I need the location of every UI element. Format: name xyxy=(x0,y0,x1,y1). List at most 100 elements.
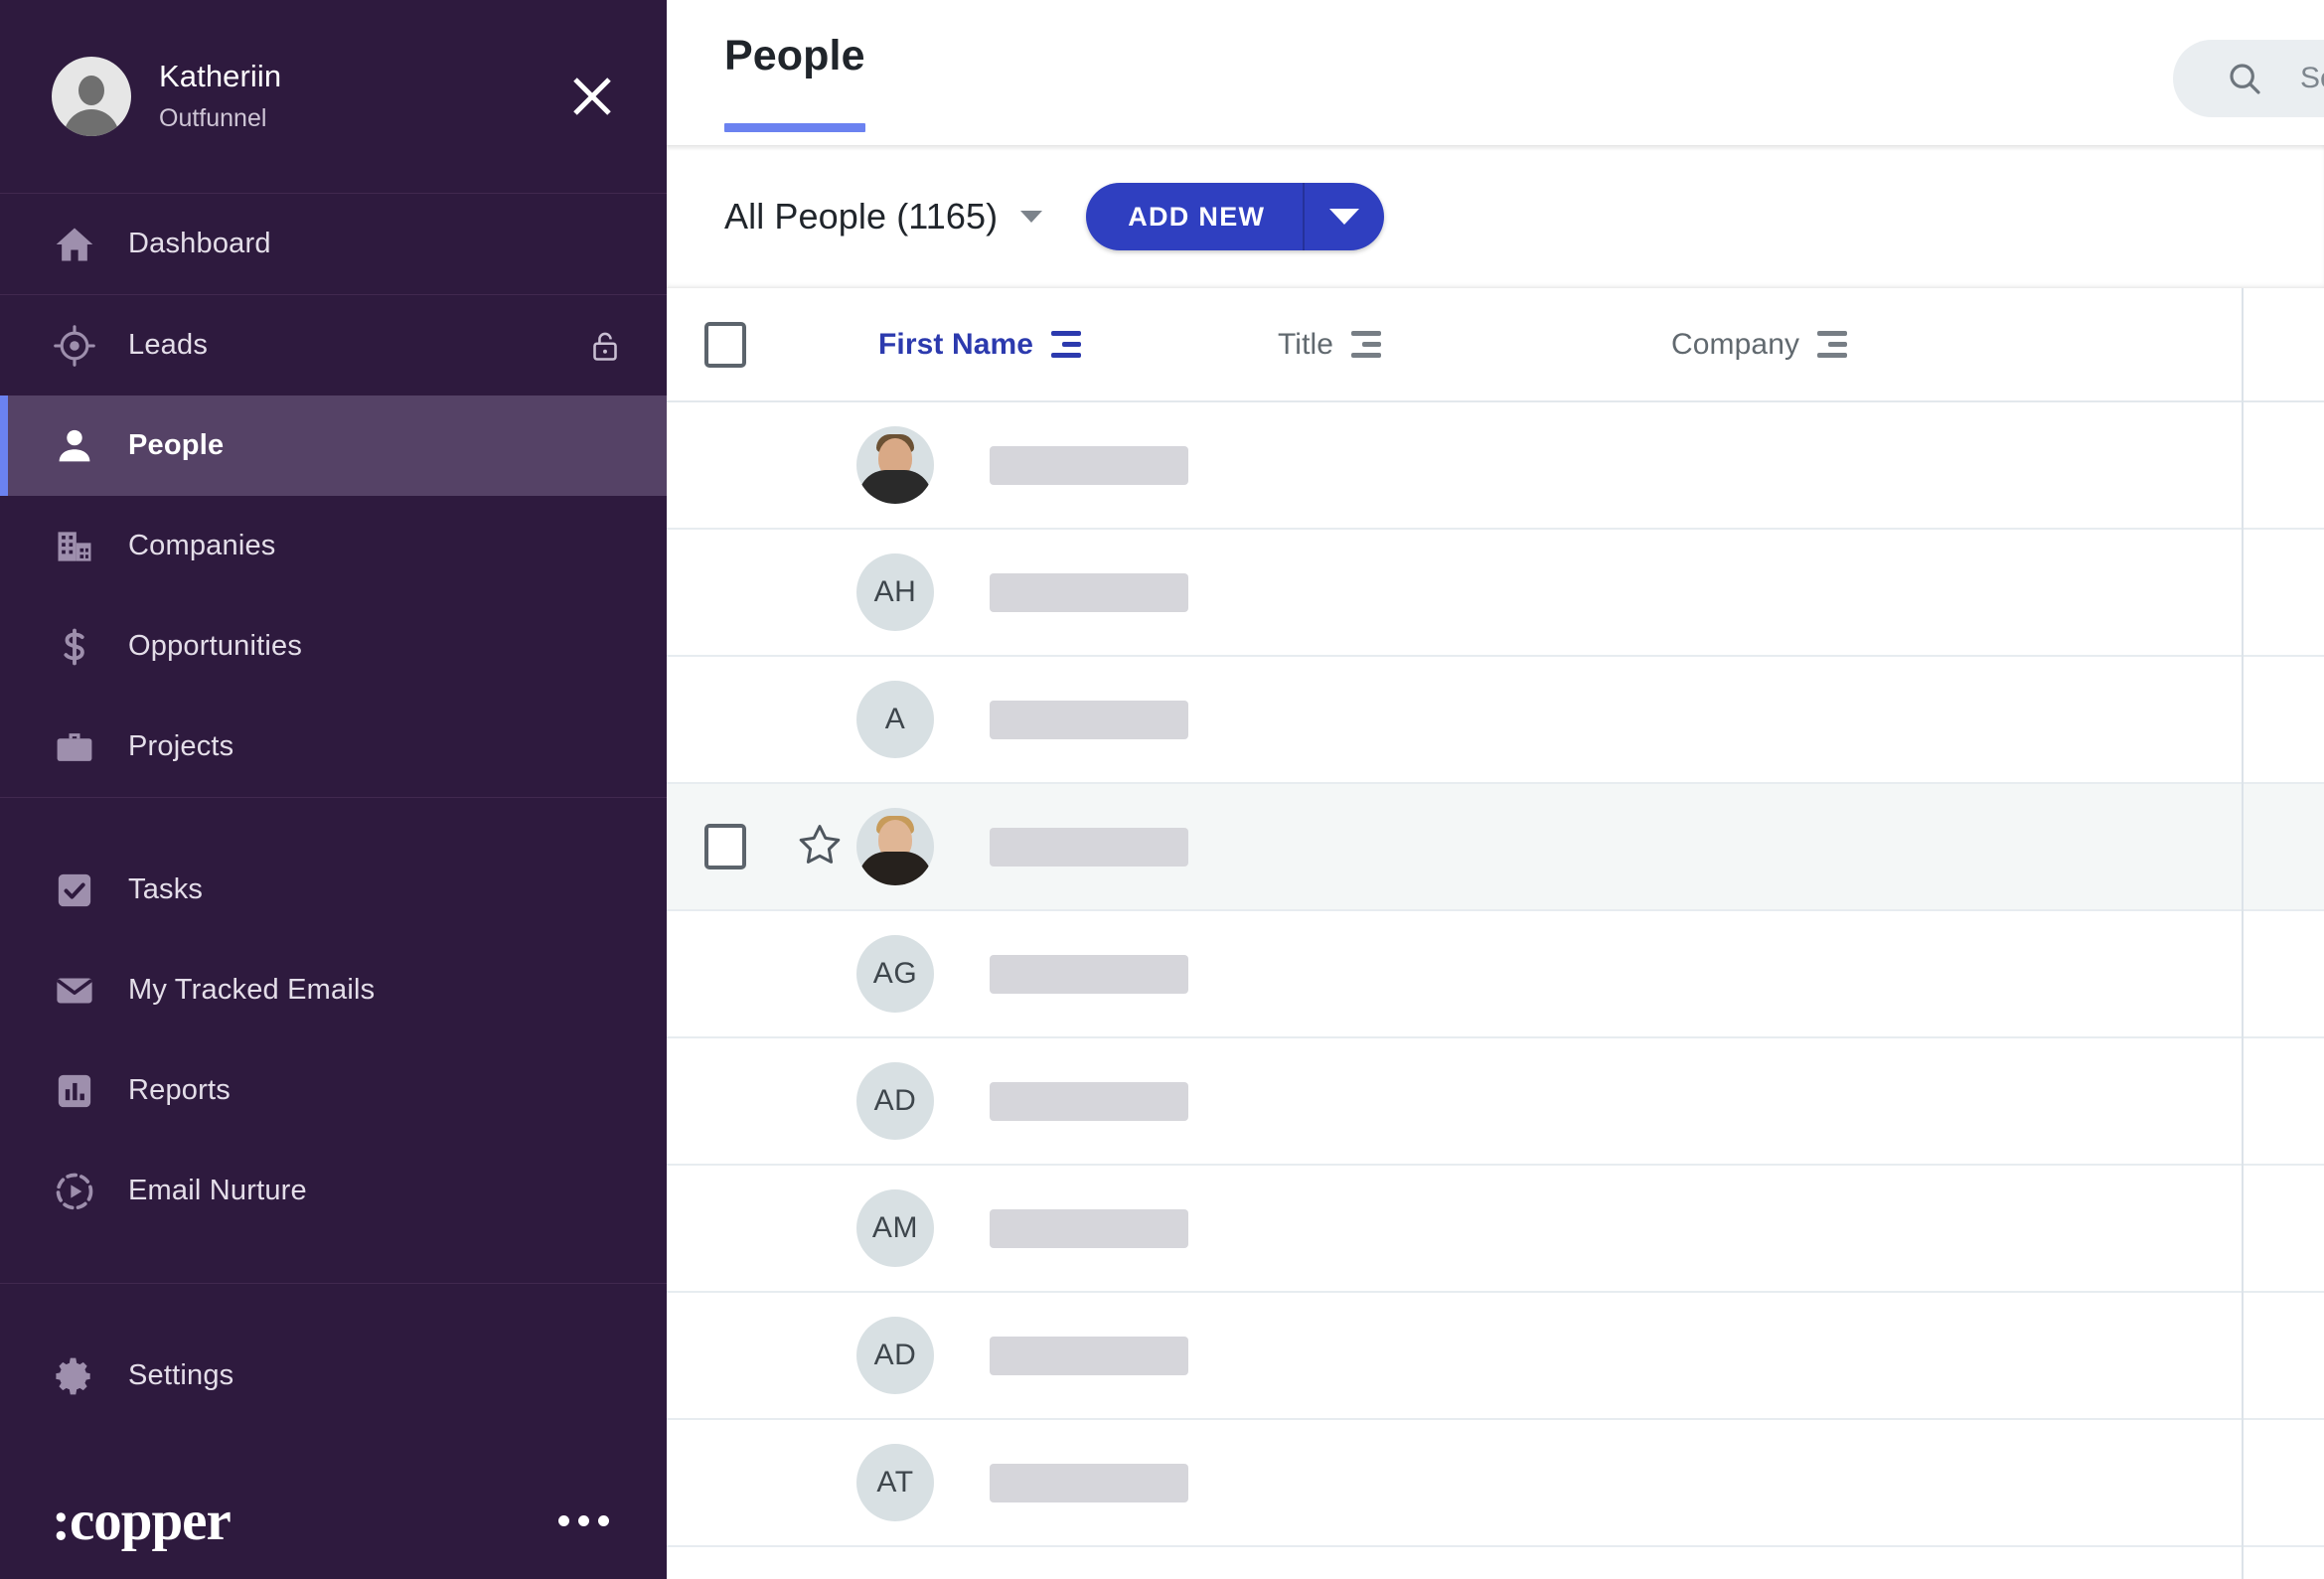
sort-icon[interactable] xyxy=(1051,331,1082,358)
row-name-cell xyxy=(856,426,1325,504)
select-all-cell[interactable] xyxy=(667,321,783,368)
lock-icon xyxy=(587,328,623,364)
row-name-cell: AG xyxy=(856,935,1325,1013)
row-name-cell: AH xyxy=(856,553,1325,631)
sidebar-item-companies[interactable]: Companies xyxy=(0,496,667,596)
person-icon xyxy=(52,423,97,469)
redacted-name xyxy=(990,827,1188,867)
sidebar-item-my-tracked-emails[interactable]: My Tracked Emails xyxy=(0,940,667,1040)
add-new-button[interactable]: ADD NEW xyxy=(1086,183,1385,250)
column-header-label: First Name xyxy=(878,327,1034,361)
copper-logo[interactable]: :copper xyxy=(52,1493,232,1549)
sidebar-item-label: Email Nurture xyxy=(128,1175,307,1206)
redacted-name xyxy=(990,700,1188,739)
sidebar-item-opportunities[interactable]: Opportunities xyxy=(0,596,667,697)
main-content: People All People (1165) ADD NEW xyxy=(667,0,2324,1579)
column-header-title[interactable]: Title xyxy=(1252,328,1649,362)
table-row[interactable]: AG xyxy=(667,911,2324,1038)
list-toolbar: All People (1165) ADD NEW xyxy=(667,145,2324,288)
avatar-body xyxy=(64,109,119,136)
view-selector[interactable]: All People (1165) xyxy=(724,196,1043,237)
chevron-down-icon xyxy=(1020,211,1043,223)
add-new-dropdown-toggle[interactable] xyxy=(1305,183,1384,250)
sidebar-item-label: People xyxy=(128,429,225,461)
table-row[interactable]: AH xyxy=(667,530,2324,657)
row-name-cell: AT xyxy=(856,1444,1325,1521)
row-checkbox-cell[interactable] xyxy=(667,824,783,869)
row-name-cell: A xyxy=(856,681,1325,758)
sidebar-footer: :copper xyxy=(0,1462,667,1579)
sidebar-item-reports[interactable]: Reports xyxy=(0,1040,667,1141)
more-horizontal-icon[interactable] xyxy=(544,1501,623,1540)
sidebar-item-projects[interactable]: Projects xyxy=(0,697,667,797)
table-row[interactable]: AD xyxy=(667,1038,2324,1166)
add-new-label: ADD NEW xyxy=(1128,201,1266,232)
sidebar-user-name: Katheriin xyxy=(159,59,282,94)
tab-people[interactable]: People xyxy=(724,32,865,132)
sidebar-item-label: Opportunities xyxy=(128,630,303,662)
row-name-cell: AD xyxy=(856,1317,1325,1394)
checkbox-empty-icon[interactable] xyxy=(703,824,746,869)
redacted-name xyxy=(990,1208,1188,1248)
table-row[interactable] xyxy=(667,402,2324,530)
sidebar-item-label: Companies xyxy=(128,530,276,561)
avatar: AD xyxy=(856,1317,934,1394)
sort-icon[interactable] xyxy=(1351,331,1382,358)
envelope-icon xyxy=(52,968,97,1014)
sidebar-item-leads[interactable]: Leads xyxy=(0,295,667,395)
checkbox-empty-icon[interactable] xyxy=(703,321,746,368)
table-row[interactable]: AM xyxy=(667,1166,2324,1293)
redacted-name xyxy=(990,1336,1188,1375)
column-header-label: Company xyxy=(1671,327,1800,361)
avatar: A xyxy=(856,681,934,758)
sidebar-item-label: My Tracked Emails xyxy=(128,974,376,1006)
checkbox-check-icon xyxy=(52,868,97,913)
view-selector-label: All People (1165) xyxy=(724,196,999,237)
avatar xyxy=(52,57,131,136)
redacted-name xyxy=(990,1463,1188,1502)
redacted-name xyxy=(990,1081,1188,1121)
table-row[interactable] xyxy=(667,784,2324,911)
app-root: Katheriin Outfunnel Dashboard Leads Peop… xyxy=(0,0,2324,1579)
avatar xyxy=(856,426,934,504)
avatar xyxy=(856,808,934,885)
sidebar-item-tasks[interactable]: Tasks xyxy=(0,840,667,940)
star-outline-icon[interactable] xyxy=(796,821,844,873)
sidebar-item-label: Settings xyxy=(128,1359,234,1391)
column-header-label: Title xyxy=(1278,327,1334,361)
page-title: People xyxy=(724,32,865,79)
tab-active-underline xyxy=(724,123,865,132)
target-icon xyxy=(52,323,97,369)
redacted-name xyxy=(990,445,1188,485)
column-header-company[interactable]: Company xyxy=(1649,328,2047,362)
redacted-name xyxy=(990,572,1188,612)
search-input[interactable] xyxy=(2300,62,2324,95)
sort-icon[interactable] xyxy=(1817,331,1848,358)
brand-row: :copper xyxy=(0,1462,667,1579)
avatar-torso xyxy=(858,852,932,885)
table-row[interactable]: A xyxy=(667,657,2324,784)
table-body: AH A AG AD AM AD AT xyxy=(667,402,2324,1547)
avatar-head xyxy=(78,76,104,105)
sidebar-user-block[interactable]: Katheriin Outfunnel xyxy=(0,0,667,193)
sidebar-item-label: Projects xyxy=(128,730,234,762)
table-row[interactable]: AD xyxy=(667,1293,2324,1420)
table-row[interactable]: AT xyxy=(667,1420,2324,1547)
home-icon xyxy=(52,222,97,267)
sidebar-item-email-nurture[interactable]: Email Nurture xyxy=(0,1141,667,1241)
sidebar-item-settings[interactable]: Settings xyxy=(0,1326,667,1426)
sidebar-user-text: Katheriin Outfunnel xyxy=(159,57,281,136)
search-bar[interactable] xyxy=(2173,40,2324,117)
column-header-first-name[interactable]: First Name xyxy=(783,328,1252,362)
row-name-cell: AM xyxy=(856,1189,1325,1267)
bar-chart-icon xyxy=(52,1068,97,1114)
top-bar: People xyxy=(667,0,2324,145)
sidebar-item-dashboard[interactable]: Dashboard xyxy=(0,194,667,294)
row-star-cell[interactable] xyxy=(783,821,856,873)
table-header-row: First Name Title Company xyxy=(667,288,2324,402)
sidebar-item-people[interactable]: People xyxy=(0,395,667,496)
close-icon[interactable] xyxy=(565,70,619,123)
sidebar-user-org: Outfunnel xyxy=(159,103,267,132)
sidebar-item-label: Reports xyxy=(128,1074,231,1106)
